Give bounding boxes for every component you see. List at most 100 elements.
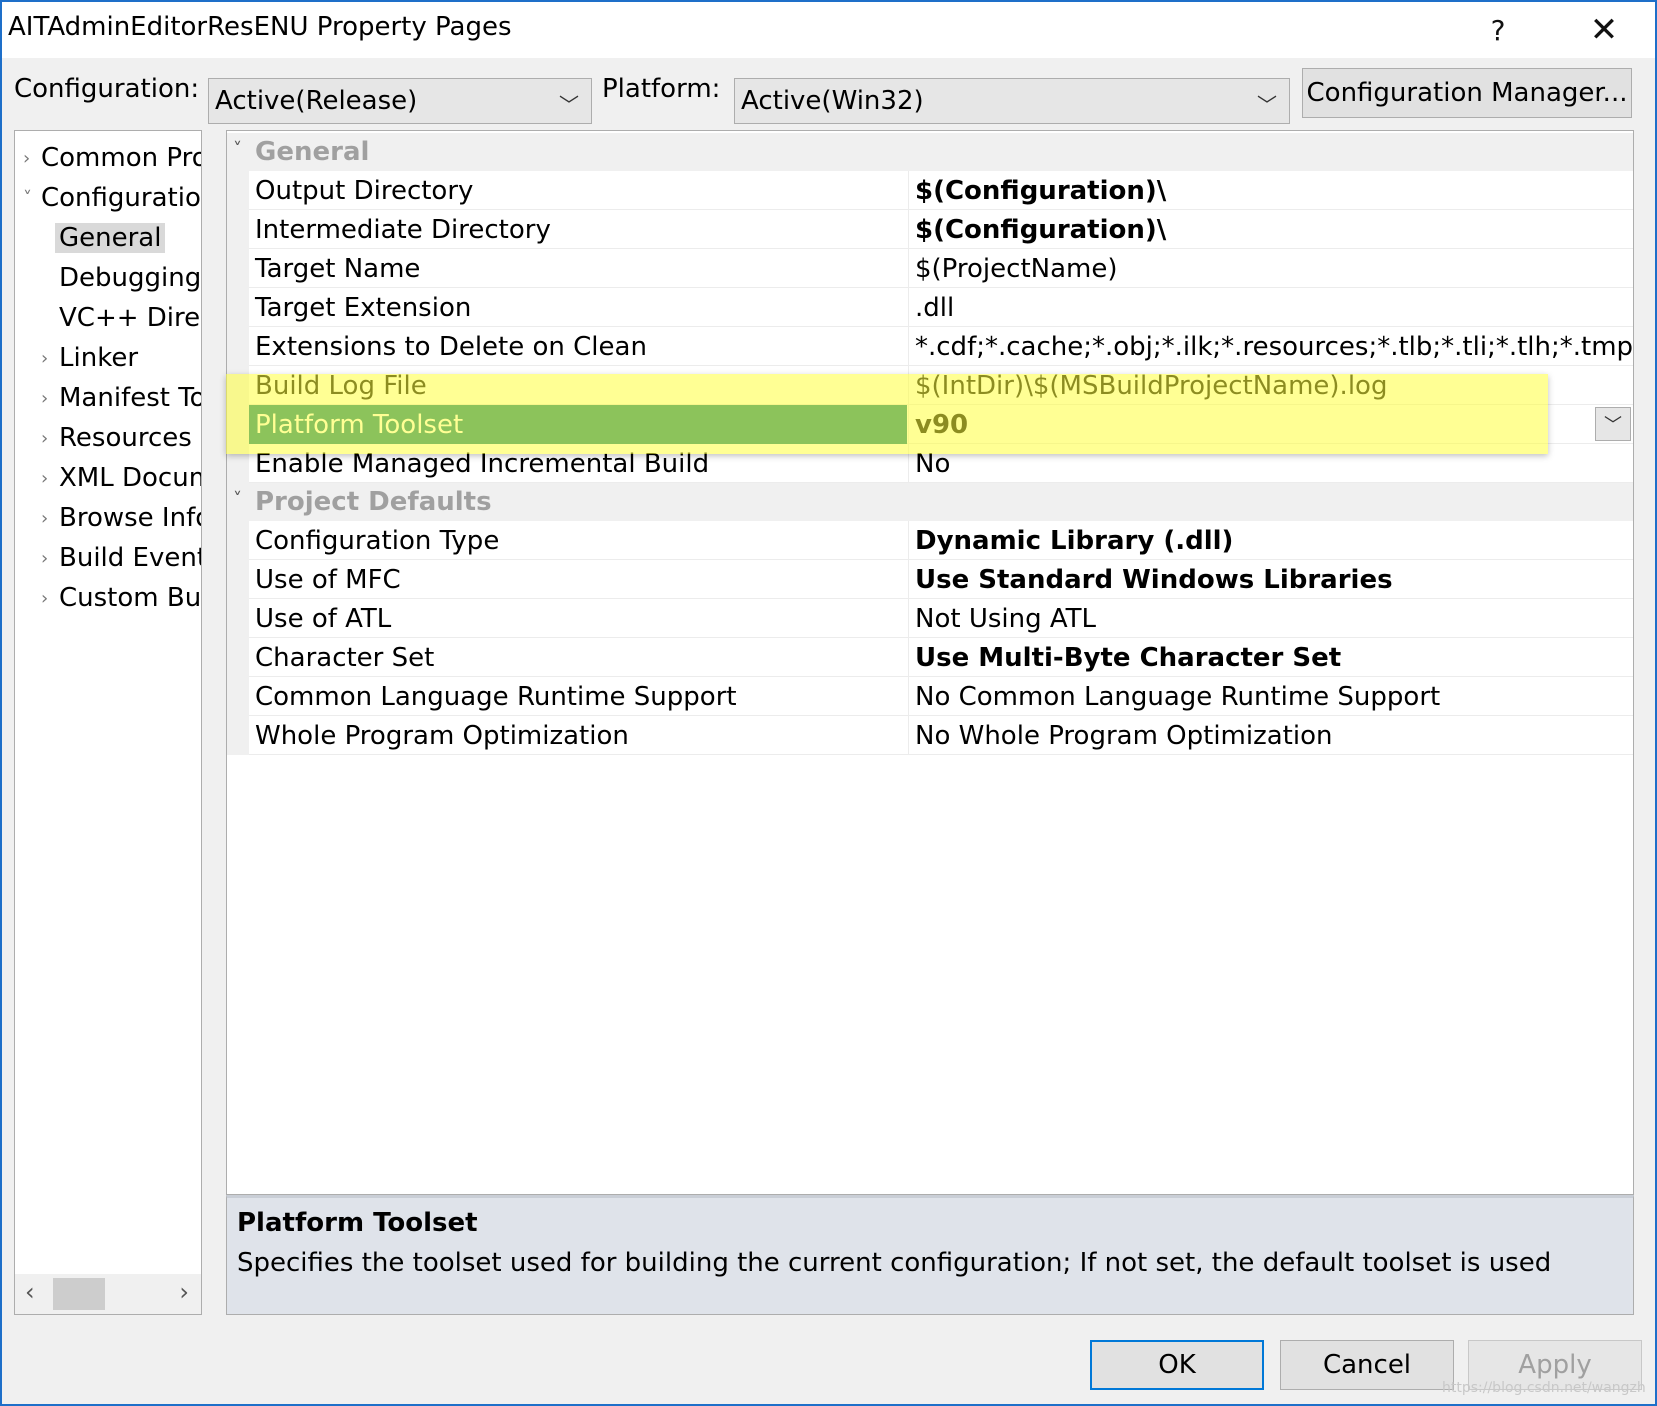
property-name: Use of MFC <box>255 564 401 595</box>
property-row-platform-toolset[interactable]: Platform Toolset v90 ﹀ <box>227 405 1633 444</box>
row-gutter <box>227 599 249 638</box>
property-value[interactable]: $(IntDir)\$(MSBuildProjectName).log <box>908 366 1633 405</box>
property-row-use-of-atl[interactable]: Use of ATL Not Using ATL <box>227 599 1633 638</box>
row-gutter <box>227 288 249 327</box>
close-button[interactable]: ✕ <box>1574 8 1634 52</box>
tree-item-xml-document[interactable]: › XML Docum <box>41 459 202 497</box>
chevron-right-icon: › <box>23 147 31 169</box>
chevron-right-icon: › <box>41 347 49 369</box>
chevron-right-icon: › <box>41 547 49 569</box>
chevron-right-icon: › <box>41 587 49 609</box>
property-name: Intermediate Directory <box>255 214 551 245</box>
tree-item-browse-information[interactable]: › Browse Info <box>41 499 201 537</box>
property-row-managed-incremental-build[interactable]: Enable Managed Incremental Build No <box>227 444 1633 483</box>
horizontal-scrollbar[interactable]: ‹ › <box>15 1274 201 1314</box>
property-value[interactable]: $(Configuration)\ <box>908 210 1633 249</box>
property-name: Extensions to Delete on Clean <box>255 331 647 362</box>
property-value[interactable]: *.cdf;*.cache;*.obj;*.ilk;*.resources;*.… <box>908 327 1633 366</box>
tree-item-label: Manifest To <box>59 383 202 413</box>
tree-item-vc-directories[interactable]: VC++ Direc <box>59 299 201 337</box>
row-gutter <box>227 405 249 444</box>
chevron-down-icon[interactable]: ﹀ <box>1595 407 1631 441</box>
property-value[interactable]: $(ProjectName) <box>908 249 1633 288</box>
tree-item-common-properties[interactable]: › Common Pro <box>23 139 201 177</box>
property-row-use-of-mfc[interactable]: Use of MFC Use Standard Windows Librarie… <box>227 560 1633 599</box>
chevron-right-icon[interactable]: › <box>179 1278 189 1306</box>
tree-item-label: General <box>55 223 166 253</box>
tree-item-configuration-properties[interactable]: ˅ Configuratior <box>23 179 202 217</box>
platform-value: Active(Win32) <box>741 86 924 116</box>
tree-item-build-events[interactable]: › Build Events <box>41 539 201 577</box>
scrollbar-thumb[interactable] <box>53 1278 105 1310</box>
tree-item-custom-build[interactable]: › Custom Buil <box>41 579 202 617</box>
tree-item-resources[interactable]: › Resources <box>41 419 192 457</box>
property-row-build-log-file[interactable]: Build Log File $(IntDir)\$(MSBuildProjec… <box>227 366 1633 405</box>
tree-item-general[interactable]: General <box>55 219 166 257</box>
platform-dropdown[interactable]: Active(Win32) ﹀ <box>734 78 1290 124</box>
property-row-target-name[interactable]: Target Name $(ProjectName) <box>227 249 1633 288</box>
property-row-whole-program-optimization[interactable]: Whole Program Optimization No Whole Prog… <box>227 716 1633 755</box>
tree-item-manifest-tool[interactable]: › Manifest To <box>41 379 202 417</box>
row-gutter <box>227 677 249 716</box>
tree-item-label: Resources <box>59 423 192 453</box>
row-gutter <box>227 171 249 210</box>
tree-item-label: Linker <box>59 343 139 373</box>
property-name: Target Extension <box>255 292 472 323</box>
property-value[interactable]: Dynamic Library (.dll) <box>908 521 1633 560</box>
description-panel: Platform Toolset Specifies the toolset u… <box>226 1195 1634 1315</box>
description-text: Specifies the toolset used for building … <box>237 1248 1552 1278</box>
title-bar: AITAdminEditorResENU Property Pages ? ✕ <box>2 2 1655 58</box>
configuration-manager-button[interactable]: Configuration Manager... <box>1302 68 1632 118</box>
property-value[interactable]: $(Configuration)\ <box>908 171 1633 210</box>
tree-item-label: Custom Buil <box>59 583 202 613</box>
row-gutter <box>227 638 249 677</box>
help-button[interactable]: ? <box>1468 8 1528 52</box>
chevron-down-icon: ˅ <box>233 489 242 510</box>
chevron-right-icon: › <box>41 387 49 409</box>
description-title: Platform Toolset <box>237 1208 478 1238</box>
property-value[interactable]: No Common Language Runtime Support <box>908 677 1633 716</box>
property-row-extensions-to-delete[interactable]: Extensions to Delete on Clean *.cdf;*.ca… <box>227 327 1633 366</box>
property-value[interactable]: Use Standard Windows Libraries <box>908 560 1633 599</box>
cancel-button[interactable]: Cancel <box>1280 1340 1454 1390</box>
tree-item-linker[interactable]: › Linker <box>41 339 138 377</box>
property-value[interactable]: No <box>908 444 1633 483</box>
property-row-clr-support[interactable]: Common Language Runtime Support No Commo… <box>227 677 1633 716</box>
category-project-defaults[interactable]: ˅ Project Defaults <box>227 483 1633 521</box>
property-name: Build Log File <box>255 370 427 401</box>
property-row-target-extension[interactable]: Target Extension .dll <box>227 288 1633 327</box>
property-value[interactable]: Not Using ATL <box>908 599 1633 638</box>
chevron-left-icon[interactable]: ‹ <box>25 1278 35 1306</box>
property-row-intermediate-directory[interactable]: Intermediate Directory $(Configuration)\ <box>227 210 1633 249</box>
tree-item-label: XML Docum <box>59 463 202 493</box>
chevron-right-icon: › <box>41 467 49 489</box>
property-name: Target Name <box>255 253 421 284</box>
property-row-output-directory[interactable]: Output Directory $(Configuration)\ <box>227 171 1633 210</box>
configuration-value: Active(Release) <box>215 86 418 116</box>
property-name: Whole Program Optimization <box>255 720 629 751</box>
tree-item-label: Configuratior <box>41 183 202 213</box>
property-value[interactable]: Use Multi-Byte Character Set <box>908 638 1633 677</box>
chevron-right-icon: › <box>41 507 49 529</box>
property-value[interactable]: No Whole Program Optimization <box>908 716 1633 755</box>
ok-button[interactable]: OK <box>1090 1340 1264 1390</box>
property-name: Enable Managed Incremental Build <box>255 448 710 479</box>
tree-item-debugging[interactable]: Debugging <box>59 259 201 297</box>
configuration-dropdown[interactable]: Active(Release) ﹀ <box>208 78 592 124</box>
property-name: Configuration Type <box>255 525 500 556</box>
row-gutter <box>227 560 249 599</box>
row-gutter <box>227 210 249 249</box>
platform-label: Platform: <box>602 74 721 104</box>
property-row-character-set[interactable]: Character Set Use Multi-Byte Character S… <box>227 638 1633 677</box>
category-tree[interactable]: › Common Pro ˅ Configuratior General Deb… <box>14 130 202 1315</box>
window-title: AITAdminEditorResENU Property Pages <box>8 12 512 42</box>
property-value[interactable]: v90 <box>908 405 1633 444</box>
category-title: General <box>255 137 370 167</box>
property-row-configuration-type[interactable]: Configuration Type Dynamic Library (.dll… <box>227 521 1633 560</box>
chevron-down-icon: ˅ <box>23 187 32 209</box>
row-gutter <box>227 249 249 288</box>
property-grid: ˅ General Output Directory $(Configurati… <box>226 130 1634 1195</box>
category-general[interactable]: ˅ General <box>227 133 1633 171</box>
configuration-label: Configuration: <box>14 74 200 104</box>
property-value[interactable]: .dll <box>908 288 1633 327</box>
